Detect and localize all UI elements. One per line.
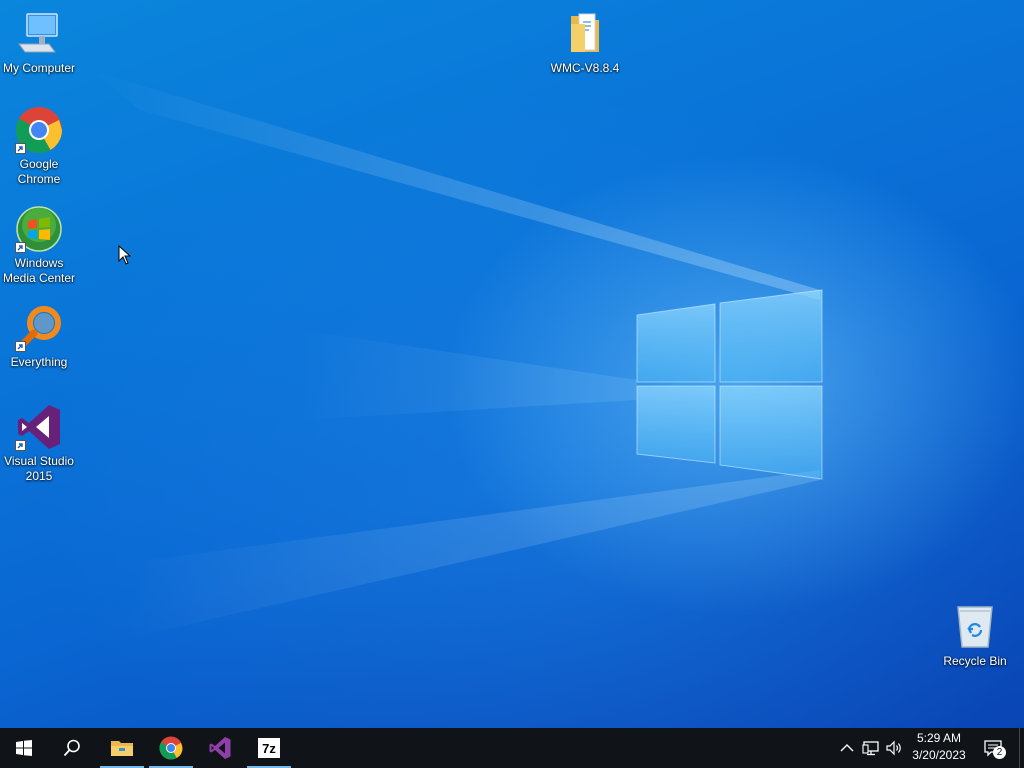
folder-icon <box>561 10 609 58</box>
taskbar-clock[interactable]: 5:29 AM 3/20/2023 <box>904 730 974 766</box>
chrome-icon <box>15 106 63 154</box>
shortcut-arrow-icon <box>15 242 26 253</box>
notification-count-badge: 2 <box>993 746 1006 759</box>
windows-logo-icon <box>16 740 32 756</box>
desktop-icon-label: Google Chrome <box>17 157 61 186</box>
show-desktop-button[interactable] <box>1019 728 1024 768</box>
recycle-bin-icon <box>951 603 999 651</box>
desktop-icon-recycle-bin[interactable]: Recycle Bin <box>936 603 1014 669</box>
action-center-button[interactable]: 2 <box>978 728 1014 768</box>
desktop-icon-label: Everything <box>10 355 68 369</box>
taskbar-file-explorer[interactable] <box>98 728 146 768</box>
network-icon[interactable] <box>862 739 880 757</box>
desktop-icon-everything[interactable]: Everything <box>0 304 78 370</box>
taskbar-google-chrome[interactable] <box>147 728 195 768</box>
desktop-icon-windows-media-center[interactable]: Windows Media Center <box>0 205 78 286</box>
search-icon <box>63 739 80 757</box>
visual-studio-icon <box>15 403 63 451</box>
chrome-icon <box>159 736 183 760</box>
desktop-icon-label: WMC-V8.8.4 <box>550 61 620 75</box>
mouse-cursor-icon <box>118 245 132 265</box>
clock-time: 5:29 AM <box>916 731 962 745</box>
speaker-icon[interactable] <box>885 739 903 757</box>
shortcut-arrow-icon <box>15 143 26 154</box>
taskbar-7-zip[interactable]: 7z <box>245 728 293 768</box>
7zip-icon: 7z <box>258 738 280 758</box>
chevron-up-icon[interactable] <box>838 739 856 757</box>
taskbar-visual-studio[interactable] <box>196 728 244 768</box>
shortcut-arrow-icon <box>15 440 26 451</box>
wallpaper-windows-logo <box>90 70 823 640</box>
desktop-icon-visual-studio-2015[interactable]: Visual Studio 2015 <box>0 403 78 484</box>
clock-date: 3/20/2023 <box>912 748 966 762</box>
search-button[interactable] <box>48 728 96 768</box>
start-button[interactable] <box>0 728 48 768</box>
desktop-icon-google-chrome[interactable]: Google Chrome <box>0 106 78 187</box>
shortcut-arrow-icon <box>15 341 26 352</box>
taskbar: 7z 5:29 AM 3/20/2023 2 <box>0 728 1024 768</box>
desktop[interactable]: My Computer Google Chrome Windows Media … <box>0 0 1024 728</box>
computer-icon <box>15 10 63 58</box>
desktop-icon-label: Visual Studio 2015 <box>4 454 74 483</box>
magnifier-icon <box>15 304 63 352</box>
desktop-icon-label: My Computer <box>2 61 76 75</box>
windows-media-center-icon <box>15 205 63 253</box>
desktop-icon-wmc-folder[interactable]: WMC-V8.8.4 <box>546 10 624 76</box>
folder-icon <box>111 741 133 756</box>
desktop-icon-label: Recycle Bin <box>943 654 1007 668</box>
desktop-icon-my-computer[interactable]: My Computer <box>0 10 78 76</box>
desktop-icon-label: Windows Media Center <box>2 256 76 285</box>
visual-studio-icon <box>209 737 231 759</box>
